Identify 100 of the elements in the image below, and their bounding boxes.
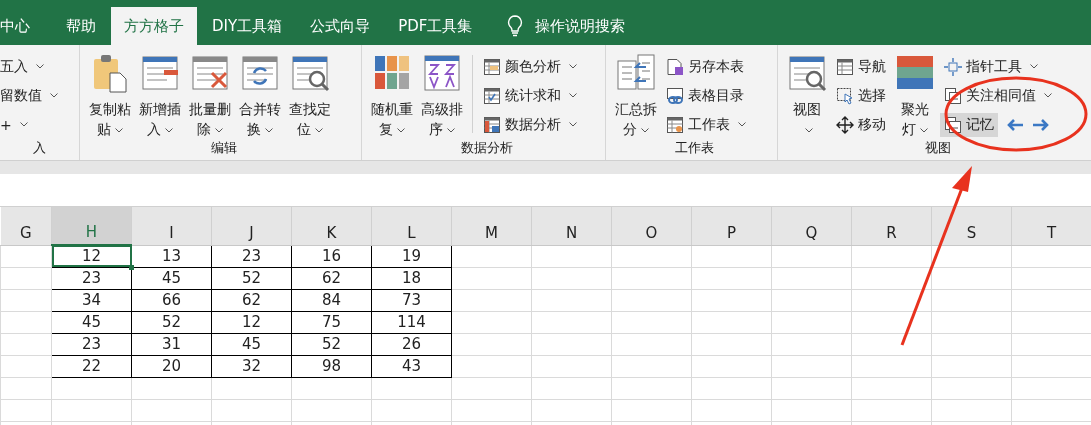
table-cell: 43 bbox=[371, 355, 452, 377]
ribbon-button[interactable]: 指针工具 bbox=[940, 54, 1042, 79]
table-search-icon bbox=[787, 53, 827, 93]
column-header[interactable]: P bbox=[691, 207, 772, 245]
calendar-icon bbox=[483, 86, 501, 105]
ribbon-tab[interactable]: 方方格子 bbox=[111, 7, 197, 45]
group-label: 数据分析 bbox=[459, 139, 514, 157]
select-icon bbox=[836, 86, 854, 105]
column-header[interactable]: M bbox=[451, 207, 532, 245]
table-cell: 45 bbox=[51, 311, 132, 333]
ribbon-button[interactable]: 数据分析 bbox=[479, 112, 581, 137]
group-label: 编辑 bbox=[209, 139, 238, 157]
column-header[interactable]: N bbox=[531, 207, 612, 245]
ribbon-button[interactable]: 另存本表 bbox=[662, 54, 748, 79]
ribbon-button[interactable]: 关注相同值 bbox=[940, 83, 1056, 108]
pointer-icon bbox=[944, 57, 962, 76]
ribbon-button[interactable]: 合并转 换 bbox=[236, 51, 284, 139]
lightbulb-icon bbox=[507, 15, 524, 37]
column-header[interactable]: J bbox=[211, 207, 292, 245]
column-header[interactable]: K bbox=[291, 207, 372, 245]
back-arrow-icon[interactable] bbox=[1006, 117, 1024, 132]
ribbon-button[interactable]: 导航 bbox=[832, 54, 890, 79]
ribbon-button[interactable]: + bbox=[0, 113, 32, 136]
table-cell: 12 bbox=[211, 311, 292, 333]
table-cell: 98 bbox=[291, 355, 372, 377]
table-cell: 13 bbox=[131, 245, 212, 267]
group-label: 工作表 bbox=[674, 139, 715, 157]
column-header[interactable]: Q bbox=[771, 207, 852, 245]
ribbon-button[interactable]: 选择 bbox=[832, 83, 890, 108]
table-cell: 75 bbox=[291, 311, 372, 333]
table-cell: 45 bbox=[211, 333, 292, 355]
table-cell: 23 bbox=[51, 267, 132, 289]
ribbon-button[interactable]: 工作表 bbox=[662, 112, 750, 137]
column-header[interactable]: O bbox=[611, 207, 692, 245]
ribbon-button[interactable]: 移动 bbox=[832, 112, 890, 137]
table-cell: 62 bbox=[211, 289, 292, 311]
ribbon-button[interactable]: 表格目录 bbox=[662, 83, 748, 108]
ribbon-tab[interactable]: 公式向导 bbox=[297, 7, 384, 45]
copy-icon bbox=[944, 86, 962, 105]
ribbon-tab[interactable]: PDF工具集 bbox=[385, 7, 486, 45]
sort-icon bbox=[422, 53, 462, 93]
ribbon-button[interactable]: 随机重 复 bbox=[368, 51, 416, 139]
ribbon-tab[interactable]: 帮助 bbox=[53, 7, 109, 45]
table-cell: 114 bbox=[371, 311, 452, 333]
ribbon-button[interactable]: 汇总拆 分 bbox=[612, 51, 660, 139]
table-cell: 66 bbox=[131, 289, 212, 311]
table-cell: 26 bbox=[371, 333, 452, 355]
ribbon-tab[interactable]: 中心 bbox=[0, 7, 43, 45]
table-cell: 31 bbox=[131, 333, 212, 355]
column-header[interactable]: T bbox=[1011, 207, 1091, 245]
table-cell: 23 bbox=[51, 333, 132, 355]
table-cell: 52 bbox=[291, 333, 372, 355]
move-icon bbox=[836, 115, 854, 134]
ribbon-tab[interactable]: DIY工具箱 bbox=[199, 7, 296, 45]
ribbon-button[interactable]: 查找定 位 bbox=[286, 51, 334, 139]
ribbon-button[interactable]: 记忆 bbox=[940, 112, 998, 137]
tell-me-search[interactable]: 操作说明搜索 bbox=[535, 7, 626, 45]
column-header[interactable]: I bbox=[131, 207, 212, 245]
table-icon bbox=[483, 57, 501, 76]
table-cell: 62 bbox=[291, 267, 372, 289]
table-insert-icon bbox=[140, 53, 180, 93]
table-swap-icon bbox=[240, 53, 280, 93]
copy-icon bbox=[944, 115, 962, 134]
table-cell: 19 bbox=[371, 245, 452, 267]
ribbon-button[interactable]: 复制粘 贴 bbox=[86, 51, 134, 139]
ribbon-button[interactable]: 五入 bbox=[0, 54, 48, 79]
table-cell: 52 bbox=[131, 311, 212, 333]
table-cell: 73 bbox=[371, 289, 452, 311]
column-header[interactable]: G bbox=[0, 207, 52, 245]
link-icon bbox=[666, 86, 684, 105]
ribbon-button[interactable]: 颜色分析 bbox=[479, 54, 581, 79]
ribbon-button[interactable]: 批量删 除 bbox=[186, 51, 234, 139]
forward-arrow-icon[interactable] bbox=[1032, 117, 1050, 132]
table-cell: 16 bbox=[291, 245, 372, 267]
table-cell: 45 bbox=[131, 267, 212, 289]
ribbon-button[interactable]: 聚光 灯 bbox=[892, 51, 938, 139]
table-cell: 84 bbox=[291, 289, 372, 311]
table-cell: 34 bbox=[51, 289, 132, 311]
column-header[interactable]: L bbox=[371, 207, 452, 245]
grid-icon bbox=[836, 57, 854, 76]
table-delete-icon bbox=[190, 53, 230, 93]
table-cell: 23 bbox=[211, 245, 292, 267]
ribbon-button[interactable]: 统计求和 bbox=[479, 83, 581, 108]
table-cell: 22 bbox=[51, 355, 132, 377]
sheet-icon bbox=[666, 115, 684, 134]
table-cell: 12 bbox=[51, 245, 132, 267]
ribbon-button[interactable]: 留数值 bbox=[0, 83, 62, 108]
chart-icon bbox=[483, 115, 501, 134]
ribbon-button[interactable]: 高级排 序 bbox=[418, 51, 466, 139]
table-cell: 52 bbox=[211, 267, 292, 289]
group-label: 入 bbox=[32, 139, 47, 157]
ribbon-button[interactable]: 视图 bbox=[784, 51, 830, 139]
table-cell: 20 bbox=[131, 355, 212, 377]
column-header[interactable]: R bbox=[851, 207, 932, 245]
column-header[interactable]: S bbox=[931, 207, 1012, 245]
table-cell: 18 bbox=[371, 267, 452, 289]
save-icon bbox=[666, 57, 684, 76]
ribbon-button[interactable]: 新增插 入 bbox=[136, 51, 184, 139]
table-search-icon bbox=[290, 53, 330, 93]
column-header[interactable]: H bbox=[51, 207, 132, 245]
